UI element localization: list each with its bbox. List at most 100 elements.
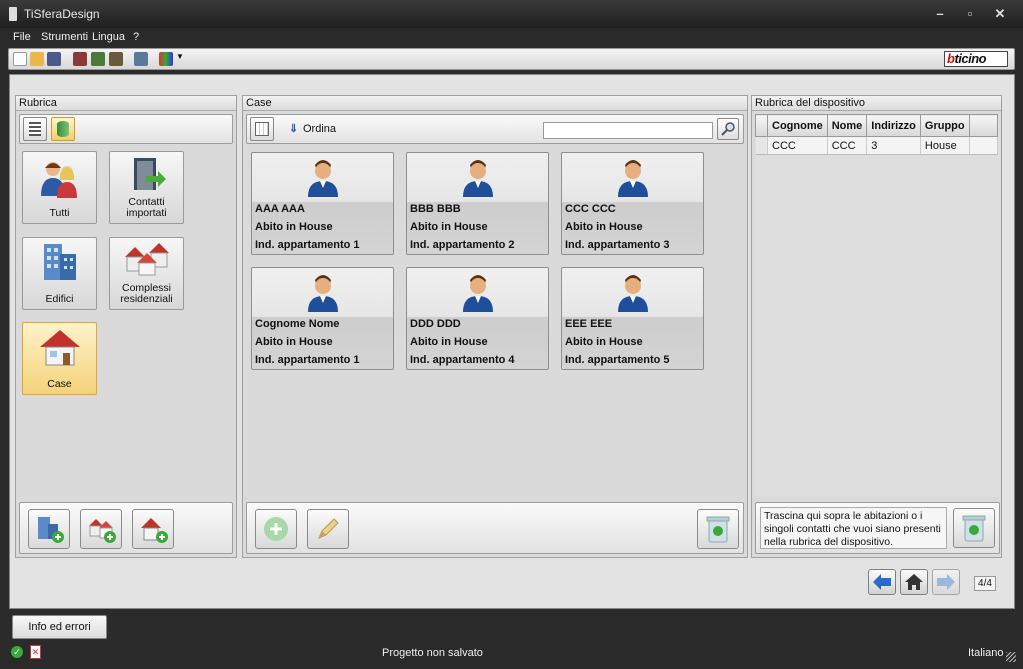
contact-card[interactable]: AAA AAA Abito in House Ind. appartamento…	[251, 152, 394, 255]
edit-contact-button[interactable]	[307, 509, 349, 549]
case-actions	[246, 502, 744, 554]
home-icon	[905, 574, 923, 590]
row-header	[755, 136, 768, 155]
device-read-icon[interactable]	[73, 52, 87, 66]
add-building-button[interactable]	[28, 509, 70, 549]
info-errors-button[interactable]: Info ed errori	[12, 615, 107, 639]
card-name: DDD DDD	[410, 318, 461, 330]
person-icon	[308, 275, 338, 312]
add-house-button[interactable]	[132, 509, 174, 549]
tile-case[interactable]: Case	[22, 322, 97, 395]
cell-filler	[969, 136, 998, 155]
search-input[interactable]	[543, 122, 713, 139]
open-folder-icon[interactable]	[30, 52, 44, 66]
rubrica-actions	[19, 502, 233, 554]
contact-card[interactable]: Cognome Nome Abito in House Ind. apparta…	[251, 267, 394, 370]
minimize-button[interactable]: –	[930, 6, 950, 22]
houses-complex-icon	[125, 243, 169, 276]
contact-card[interactable]: EEE EEE Abito in House Ind. appartamento…	[561, 267, 704, 370]
palette-icon[interactable]	[159, 52, 173, 66]
contact-card[interactable]: BBB BBB Abito in House Ind. appartamento…	[406, 152, 549, 255]
case-panel: Case ⇓ Ordina AAA AAA Abito in House Ind…	[242, 95, 748, 558]
forward-button[interactable]	[932, 569, 960, 595]
column-header[interactable]: Indirizzo	[866, 114, 921, 137]
cell-nome: CCC	[827, 136, 868, 155]
column-header[interactable]: Nome	[826, 114, 868, 137]
window-title: TiSferaDesign	[24, 7, 100, 21]
card-name: AAA AAA	[255, 203, 305, 215]
table-row[interactable]: CCC CCC 3 House	[755, 136, 998, 155]
people-icon	[41, 162, 77, 198]
card-group: Abito in House	[410, 336, 488, 348]
save-icon[interactable]	[47, 52, 61, 66]
card-apartment: Ind. appartamento 2	[410, 239, 515, 251]
add-contact-button[interactable]	[255, 509, 297, 549]
card-group: Abito in House	[255, 336, 333, 348]
trash-icon	[706, 516, 730, 543]
menu-bar: File Strumenti Lingua ?	[0, 28, 1023, 46]
database-view-button[interactable]	[51, 117, 75, 141]
tile-label: Contatti importati	[126, 196, 167, 219]
delete-contact-button[interactable]	[697, 509, 739, 549]
maximize-button[interactable]: ▫	[960, 6, 980, 22]
drop-hint[interactable]: Trascina qui sopra le abitazioni o i sin…	[760, 507, 947, 549]
card-name: BBB BBB	[410, 203, 461, 215]
sort-icon[interactable]: ⇓	[289, 122, 298, 135]
contact-card[interactable]: CCC CCC Abito in House Ind. appartamento…	[561, 152, 704, 255]
device-write-icon[interactable]	[91, 52, 105, 66]
column-header[interactable]: Cognome	[767, 114, 828, 137]
card-group: Abito in House	[565, 336, 643, 348]
add-complex-icon	[89, 519, 116, 543]
add-complex-button[interactable]	[80, 509, 122, 549]
menu-lingua[interactable]: Lingua	[92, 31, 125, 43]
tile-edifici[interactable]: Edifici	[22, 237, 97, 310]
card-apartment: Ind. appartamento 1	[255, 354, 360, 366]
menu-help[interactable]: ?	[133, 31, 139, 43]
remove-from-device-button[interactable]	[953, 508, 995, 548]
settings-icon[interactable]	[134, 52, 148, 66]
rubrica-title: Rubrica	[16, 96, 236, 111]
new-file-icon[interactable]	[13, 52, 27, 66]
toolbar: ▼ bbticinoticino	[8, 48, 1015, 70]
back-button[interactable]	[868, 569, 896, 595]
error-doc-icon: ✕	[30, 645, 41, 659]
app-icon	[9, 7, 17, 21]
home-button[interactable]	[900, 569, 928, 595]
contact-card[interactable]: DDD DDD Abito in House Ind. appartamento…	[406, 267, 549, 370]
calendar-view-button[interactable]	[250, 117, 274, 141]
tile-complessi-residenziali[interactable]: Complessi residenziali	[109, 237, 184, 310]
menu-file[interactable]: File	[13, 31, 31, 43]
person-icon	[618, 275, 648, 312]
person-icon	[308, 160, 338, 197]
tile-label: Tutti	[49, 207, 70, 219]
column-header[interactable]: Gruppo	[919, 114, 970, 137]
add-building-icon	[38, 517, 64, 543]
tile-contatti-importati[interactable]: Contatti importati	[109, 151, 184, 224]
status-message: Progetto non salvato	[382, 647, 483, 659]
device-book-panel: Rubrica del dispositivo Cognome Nome Ind…	[751, 95, 1002, 558]
search-button[interactable]	[717, 118, 739, 140]
page-indicator: 4/4	[974, 576, 996, 591]
device-book-table-area: Cognome Nome Indirizzo Gruppo CCC CCC 3 …	[755, 114, 1000, 497]
sort-button[interactable]: Ordina	[303, 123, 336, 135]
resize-grip-icon[interactable]	[1006, 652, 1016, 662]
trash-icon	[962, 515, 986, 542]
main-area: Rubrica Tutti Contatti importati Edifici…	[9, 74, 1015, 609]
cell-indirizzo: 3	[866, 136, 921, 155]
house-icon	[40, 330, 80, 366]
card-apartment: Ind. appartamento 3	[565, 239, 670, 251]
list-view-button[interactable]	[23, 117, 47, 141]
close-button[interactable]: ✕	[990, 6, 1010, 22]
arrow-left-icon	[873, 574, 891, 590]
device-book-actions: Trascina qui sopra le abitazioni o i sin…	[755, 502, 1000, 554]
palette-dropdown-icon[interactable]: ▼	[176, 52, 184, 61]
tile-label: Complessi residenziali	[120, 282, 173, 305]
row-header-corner	[755, 114, 768, 137]
rubrica-panel: Rubrica Tutti Contatti importati Edifici…	[15, 95, 237, 558]
tile-tutti[interactable]: Tutti	[22, 151, 97, 224]
arrow-right-icon	[937, 574, 955, 590]
menu-strumenti[interactable]: Strumenti	[41, 31, 88, 43]
add-house-icon	[141, 518, 168, 543]
tools-icon[interactable]	[109, 52, 123, 66]
add-icon	[264, 517, 288, 541]
